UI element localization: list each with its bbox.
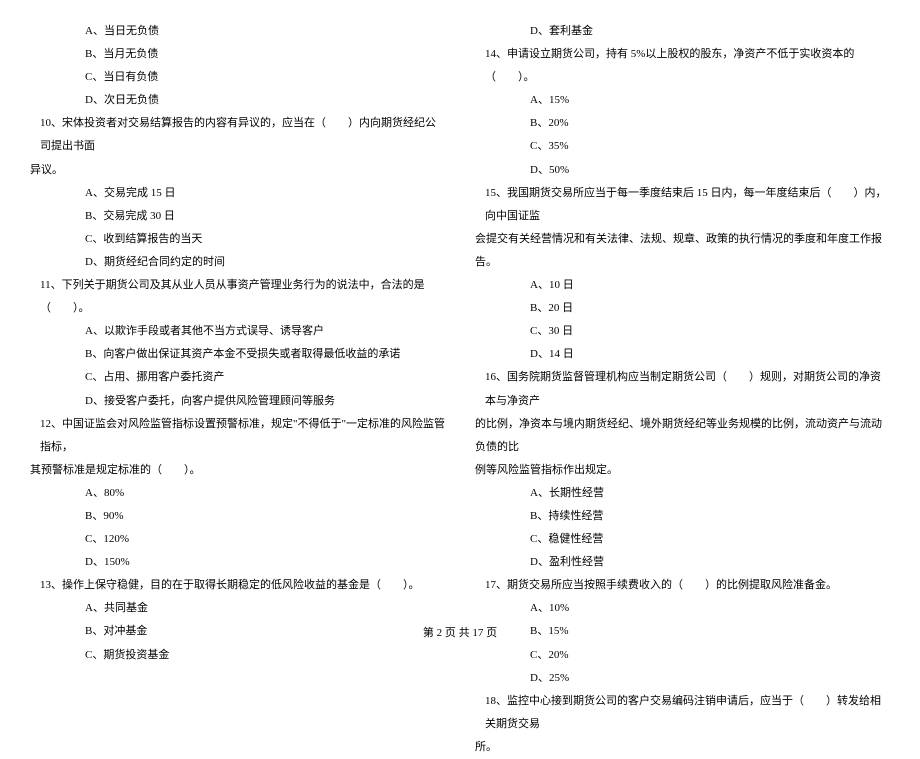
option-text: A、交易完成 15 日 xyxy=(30,182,445,205)
question-12: 12、中国证监会对风险监管指标设置预警标准，规定"不得低于"一定标准的风险监管指… xyxy=(30,413,445,459)
option-text: D、25% xyxy=(475,667,890,690)
option-text: C、当日有负债 xyxy=(30,66,445,89)
question-10-cont: 异议。 xyxy=(30,159,445,182)
option-text: C、30 日 xyxy=(475,320,890,343)
option-text: D、150% xyxy=(30,551,445,574)
option-text: A、当日无负债 xyxy=(30,20,445,43)
option-text: D、14 日 xyxy=(475,343,890,366)
question-16-cont2: 例等风险监管指标作出规定。 xyxy=(475,459,890,482)
option-text: D、次日无负债 xyxy=(30,89,445,112)
question-13: 13、操作上保守稳健，目的在于取得长期稳定的低风险收益的基金是（ ）。 xyxy=(30,574,445,597)
option-text: D、期货经纪合同约定的时间 xyxy=(30,251,445,274)
question-18-cont: 所。 xyxy=(475,736,890,759)
question-11: 11、下列关于期货公司及其从业人员从事资产管理业务行为的说法中，合法的是（ ）。 xyxy=(30,274,445,320)
option-text: B、交易完成 30 日 xyxy=(30,205,445,228)
question-16: 16、国务院期货监督管理机构应当制定期货公司（ ）规则，对期货公司的净资本与净资… xyxy=(475,366,890,412)
question-17: 17、期货交易所应当按照手续费收入的（ ）的比例提取风险准备金。 xyxy=(475,574,890,597)
option-text: C、期货投资基金 xyxy=(30,644,445,667)
option-text: D、接受客户委托，向客户提供风险管理顾问等服务 xyxy=(30,390,445,413)
question-10: 10、宋体投资者对交易结算报告的内容有异议的，应当在（ ）内向期货经纪公司提出书… xyxy=(30,112,445,158)
question-15-cont: 会提交有关经营情况和有关法律、法规、规章、政策的执行情况的季度和年度工作报告。 xyxy=(475,228,890,274)
option-text: B、持续性经营 xyxy=(475,505,890,528)
option-text: A、15% xyxy=(475,89,890,112)
left-column: A、当日无负债 B、当月无负债 C、当日有负债 D、次日无负债 10、宋体投资者… xyxy=(30,20,445,610)
option-text: C、120% xyxy=(30,528,445,551)
option-text: B、90% xyxy=(30,505,445,528)
option-text: A、80% xyxy=(30,482,445,505)
option-text: C、占用、挪用客户委托资产 xyxy=(30,366,445,389)
option-text: A、以欺诈手段或者其他不当方式误导、诱导客户 xyxy=(30,320,445,343)
question-18: 18、监控中心接到期货公司的客户交易编码注销申请后，应当于（ ）转发给相关期货交… xyxy=(475,690,890,736)
question-15: 15、我国期货交易所应当于每一季度结束后 15 日内，每一年度结束后（ ）内，向… xyxy=(475,182,890,228)
option-text: A、长期性经营 xyxy=(475,482,890,505)
option-text: B、20 日 xyxy=(475,297,890,320)
option-text: D、套利基金 xyxy=(475,20,890,43)
option-text: B、向客户做出保证其资产本金不受损失或者取得最低收益的承诺 xyxy=(30,343,445,366)
option-text: A、10% xyxy=(475,597,890,620)
option-text: C、稳健性经营 xyxy=(475,528,890,551)
option-text: D、50% xyxy=(475,159,890,182)
option-text: C、35% xyxy=(475,135,890,158)
option-text: C、收到结算报告的当天 xyxy=(30,228,445,251)
option-text: A、共同基金 xyxy=(30,597,445,620)
option-text: C、20% xyxy=(475,644,890,667)
option-text: A、10 日 xyxy=(475,274,890,297)
question-14: 14、申请设立期货公司，持有 5%以上股权的股东，净资产不低于实收资本的（ ）。 xyxy=(475,43,890,89)
option-text: B、当月无负债 xyxy=(30,43,445,66)
option-text: D、盈利性经营 xyxy=(475,551,890,574)
question-12-cont: 其预警标准是规定标准的（ ）。 xyxy=(30,459,445,482)
option-text: B、20% xyxy=(475,112,890,135)
question-16-cont: 的比例，净资本与境内期货经纪、境外期货经纪等业务规模的比例，流动资产与流动负债的… xyxy=(475,413,890,459)
page-footer: 第 2 页 共 17 页 xyxy=(0,624,920,640)
right-column: D、套利基金 14、申请设立期货公司，持有 5%以上股权的股东，净资产不低于实收… xyxy=(475,20,890,610)
